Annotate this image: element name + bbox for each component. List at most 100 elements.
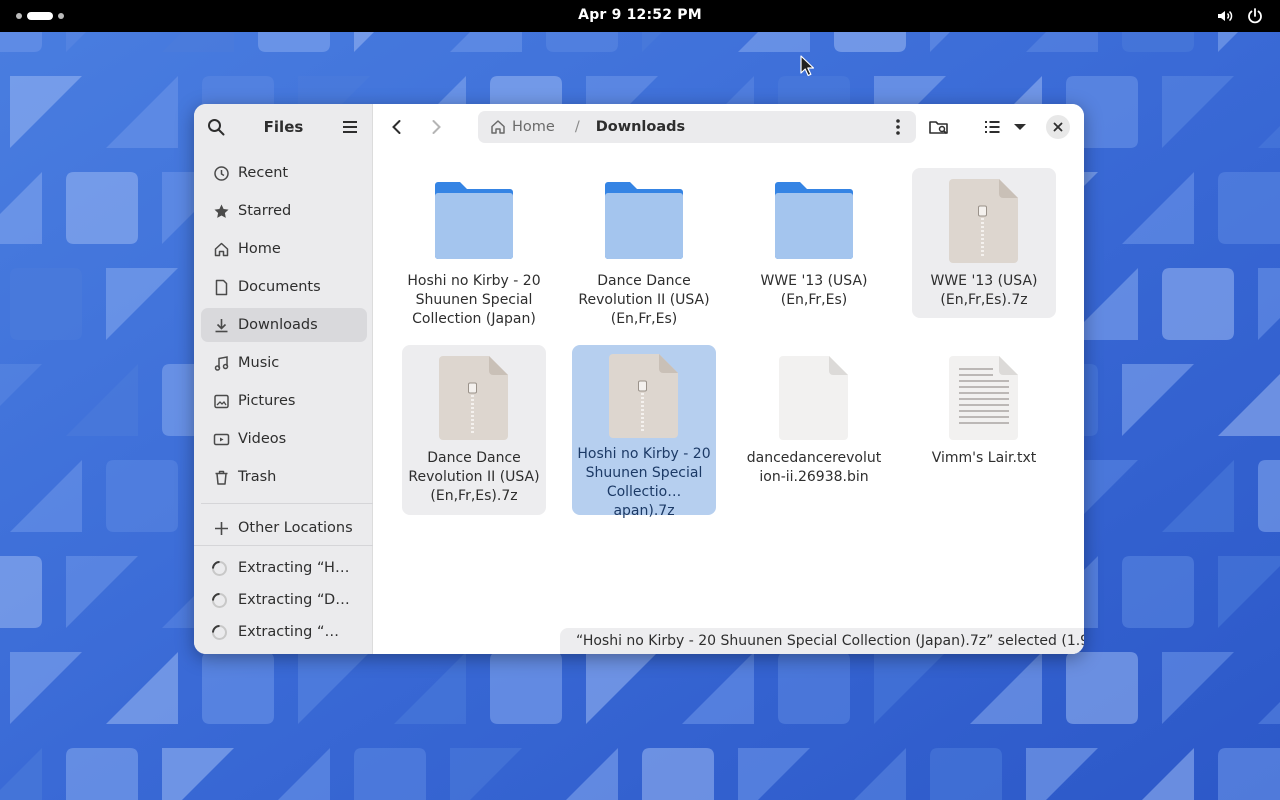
document-icon — [215, 279, 228, 295]
sidebar-item-pictures[interactable]: Pictures — [201, 384, 367, 418]
wallpaper-shape — [642, 748, 714, 800]
sidebar-item-other-locations[interactable]: Other Locations — [201, 511, 367, 545]
wallpaper-shape — [66, 748, 138, 800]
forward-button[interactable] — [424, 115, 448, 139]
wallpaper-shape — [490, 652, 562, 724]
mouse-cursor-icon — [800, 55, 814, 77]
path-bar[interactable]: Home / Downloads — [478, 111, 916, 143]
sidebar-item-label: Recent — [238, 165, 289, 181]
list-view-icon — [985, 121, 1000, 133]
operation-label: Extracting “WWE '13 (USA) (En,Fr,Es).7z” — [238, 624, 344, 640]
power-icon[interactable] — [1246, 7, 1264, 25]
wallpaper-shape — [778, 652, 850, 724]
files-window: Files Recent Starred Home Documents Down… — [194, 104, 1084, 654]
sidebar-item-home[interactable]: Home — [201, 232, 367, 266]
sidebar-header: Files — [194, 104, 372, 150]
file-item-archive[interactable]: Dance Dance Revolution II (USA) (En,Fr,E… — [402, 345, 546, 515]
file-name: Dance Dance Revolution II (USA) (En,Fr,E… — [578, 273, 710, 327]
sidebar-item-label: Music — [238, 355, 280, 371]
volume-icon[interactable] — [1216, 7, 1234, 25]
wallpaper-shape — [1162, 268, 1234, 340]
file-item-folder[interactable]: Hoshi no Kirby - 20 Shuunen Special Coll… — [402, 168, 546, 338]
wallpaper-shape — [1122, 556, 1194, 628]
view-list-button[interactable] — [980, 115, 1004, 139]
sidebar-item-videos[interactable]: Videos — [201, 422, 367, 456]
home-icon — [491, 120, 505, 134]
file-item-folder[interactable]: WWE '13 (USA) (En,Fr,Es) — [742, 168, 886, 338]
sidebar-item-label: Trash — [238, 469, 277, 485]
sidebar-item-starred[interactable]: Starred — [201, 194, 367, 228]
wallpaper-shape — [1066, 652, 1138, 724]
chevron-left-icon — [392, 120, 401, 134]
wallpaper-shape — [354, 748, 426, 800]
folder-icon — [429, 176, 519, 266]
main-content: Home / Downloads Hoshi no Kirby - 20 Shu… — [373, 104, 1084, 654]
status-bar: “Hoshi no Kirby - 20 Shuunen Special Col… — [560, 628, 1084, 654]
spinner-icon — [212, 592, 227, 608]
operation-label: Extracting “Hoshi no Kirby - 20 Shuunen … — [238, 560, 356, 576]
path-segment-current[interactable]: Downloads — [596, 119, 685, 135]
trash-icon — [215, 470, 228, 485]
path-home-label: Home — [512, 119, 555, 135]
folder-icon — [769, 176, 859, 266]
top-bar: Apr 9 12:52 PM — [0, 0, 1280, 32]
video-icon — [213, 433, 230, 445]
more-options-icon[interactable] — [888, 117, 908, 137]
sidebar-item-downloads[interactable]: Downloads — [201, 308, 367, 342]
file-item-archive-selected[interactable]: Hoshi no Kirby - 20 Shuunen Special Coll… — [572, 345, 716, 519]
sidebar-item-label: Videos — [238, 431, 287, 447]
archive-icon — [939, 176, 1029, 266]
folder-icon — [599, 176, 689, 266]
sidebar-item-music[interactable]: Music — [201, 346, 367, 380]
sidebar-divider — [194, 545, 373, 546]
file-item-archive[interactable]: WWE '13 (USA) (En,Fr,Es).7z — [912, 168, 1056, 318]
plus-icon — [215, 521, 228, 535]
archive-icon — [599, 353, 689, 439]
file-name: WWE '13 (USA) (En,Fr,Es) — [760, 273, 868, 308]
sidebar-item-label: Starred — [238, 203, 292, 219]
search-folder-button[interactable] — [927, 115, 951, 139]
spinner-icon — [212, 560, 227, 576]
music-icon — [214, 355, 229, 371]
star-icon — [214, 204, 229, 218]
file-name: Dance Dance Revolution II (USA) (En,Fr,E… — [408, 450, 540, 504]
wallpaper-shape — [106, 460, 178, 532]
close-icon — [1053, 122, 1063, 132]
hamburger-menu-icon[interactable] — [340, 117, 360, 137]
sidebar-item-label: Documents — [238, 279, 321, 295]
wallpaper-shape — [1218, 748, 1280, 800]
generic-file-icon — [769, 353, 859, 443]
path-segment-home[interactable]: Home — [490, 119, 555, 135]
sidebar-item-trash[interactable]: Trash — [201, 460, 367, 494]
operation-item[interactable]: Extracting “Dance Dance Revolution II (U… — [211, 587, 361, 613]
wallpaper-shape — [66, 172, 138, 244]
file-name: Hoshi no Kirby - 20 Shuunen Special Coll… — [407, 273, 541, 327]
chevron-right-icon — [432, 120, 441, 134]
close-button[interactable] — [1046, 115, 1070, 139]
picture-icon — [214, 394, 229, 408]
wallpaper-shape — [202, 652, 274, 724]
back-button[interactable] — [385, 115, 409, 139]
sidebar-item-documents[interactable]: Documents — [201, 270, 367, 304]
clock[interactable]: Apr 9 12:52 PM — [0, 7, 1280, 23]
view-options-button[interactable] — [1008, 115, 1032, 139]
wallpaper-shape — [0, 556, 42, 628]
file-item-text[interactable]: Vimm's Lair.txt — [912, 345, 1056, 515]
spinner-icon — [212, 624, 227, 640]
folder-search-icon — [929, 121, 948, 135]
file-item-folder[interactable]: Dance Dance Revolution II (USA) (En,Fr,E… — [572, 168, 716, 338]
wallpaper-shape — [1218, 172, 1280, 244]
operation-item[interactable]: Extracting “WWE '13 (USA) (En,Fr,Es).7z” — [211, 619, 361, 645]
sidebar-item-label: Home — [238, 241, 281, 257]
operation-item[interactable]: Extracting “Hoshi no Kirby - 20 Shuunen … — [211, 555, 361, 581]
archive-icon — [429, 353, 519, 443]
operation-label: Extracting “Dance Dance Revolution II (U… — [238, 592, 356, 608]
file-name: dancedancerevolution-ii.26938.bin — [746, 450, 882, 485]
caret-down-icon — [1014, 124, 1026, 130]
file-name: WWE '13 (USA) (En,Fr,Es).7z — [930, 273, 1038, 308]
file-item-binary[interactable]: dancedancerevolution-ii.26938.bin — [742, 345, 886, 515]
wallpaper-shape — [1258, 460, 1280, 532]
download-icon — [215, 318, 228, 332]
sidebar-item-recent[interactable]: Recent — [201, 156, 367, 190]
wallpaper-shape — [930, 748, 1002, 800]
